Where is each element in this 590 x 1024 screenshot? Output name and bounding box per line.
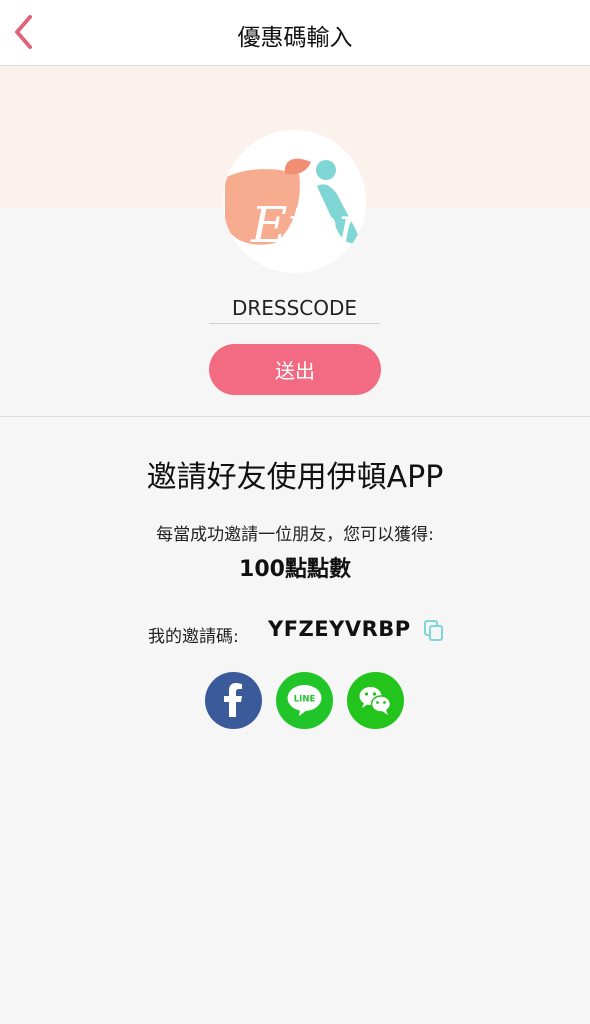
- my-invite-code: YFZEYVRBP: [268, 617, 411, 641]
- facebook-icon: [224, 683, 242, 717]
- copy-icon[interactable]: [424, 620, 444, 642]
- line-icon: LINE: [287, 685, 322, 716]
- reward-points: 100點點數: [239, 557, 351, 582]
- app-header: 優惠碼輸入: [0, 0, 590, 66]
- svg-text:LINE: LINE: [294, 695, 316, 705]
- invite-description: 每當成功邀請一位朋友，您可以獲得:: [156, 525, 434, 545]
- submit-button[interactable]: 送出: [209, 344, 381, 395]
- eton-logo: Eton: [223, 130, 366, 273]
- facebook-share-button[interactable]: [205, 672, 262, 729]
- page-title: 優惠碼輸入: [237, 25, 353, 51]
- wechat-icon: [359, 687, 392, 715]
- my-code-label: 我的邀請碼:: [148, 627, 239, 647]
- invite-title: 邀請好友使用伊頓APP: [146, 460, 444, 495]
- line-share-button[interactable]: LINE: [276, 672, 333, 729]
- promo-code-input[interactable]: [209, 293, 380, 324]
- wechat-share-button[interactable]: [347, 672, 404, 729]
- section-divider: [0, 416, 590, 417]
- svg-text:Eton: Eton: [250, 196, 366, 254]
